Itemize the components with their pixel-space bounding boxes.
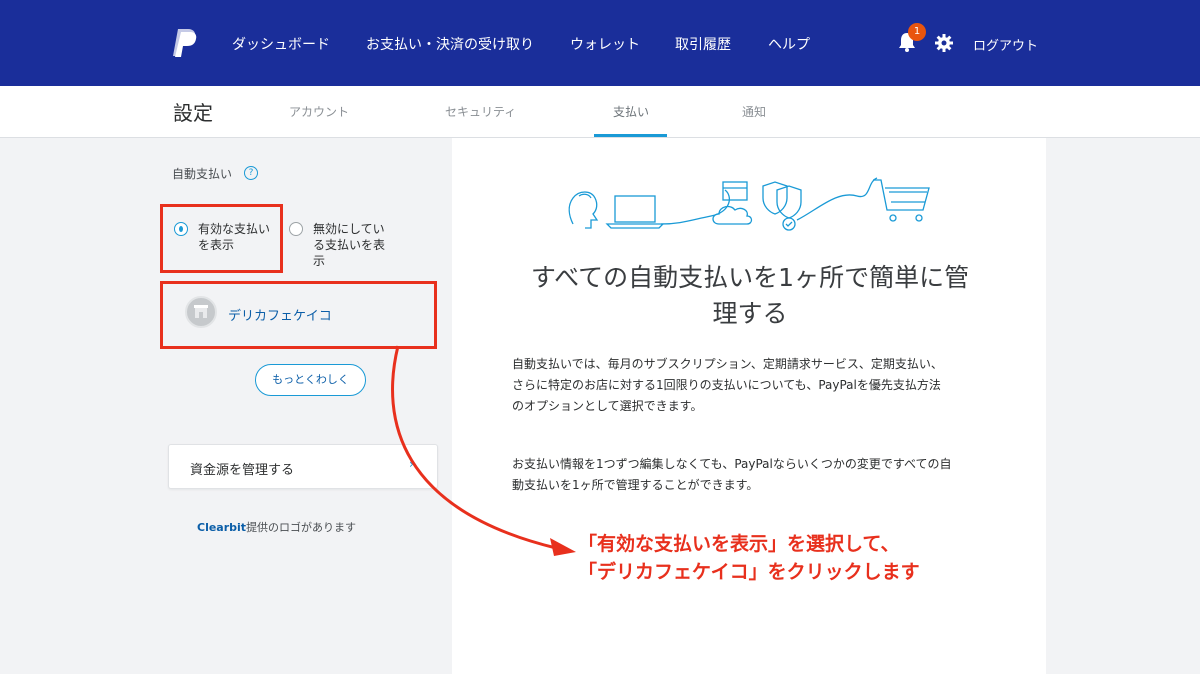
nav-activity[interactable]: 取引履歴 — [675, 34, 731, 54]
automatic-payments-heading: 自動支払い — [172, 167, 233, 181]
nav-wallet[interactable]: ウォレット — [570, 34, 640, 54]
clearbit-attribution: Clearbit提供のロゴがあります — [197, 521, 357, 534]
clearbit-brand[interactable]: Clearbit — [197, 521, 246, 534]
help-icon[interactable]: ? — [244, 166, 258, 180]
tab-payments[interactable]: 支払い — [613, 103, 649, 120]
manage-funding-label: 資金源を管理する — [190, 463, 295, 478]
paypal-logo-icon[interactable] — [172, 27, 198, 59]
tab-security[interactable]: セキュリティ — [445, 103, 516, 120]
description-paragraph-2: お支払い情報を1つずつ編集しなくても、PayPalならいくつかの変更ですべての自… — [512, 457, 952, 492]
notification-badge: 1 — [908, 23, 926, 41]
annotation-arrow-icon — [391, 345, 576, 556]
nav-payments[interactable]: お支払い・決済の受け取り — [366, 34, 534, 54]
tab-account[interactable]: アカウント — [289, 103, 349, 120]
active-tab-indicator — [594, 134, 667, 137]
nav-dashboard[interactable]: ダッシュボード — [232, 34, 330, 54]
description-paragraph-1: 自動支払いでは、毎月のサブスクリプション、定期請求サービス、定期支払い、 さらに… — [512, 357, 943, 413]
active-payments-highlight — [160, 204, 283, 273]
inactive-payments-radio[interactable] — [289, 222, 303, 236]
automatic-payments-illustration — [568, 177, 930, 231]
gear-icon[interactable] — [935, 34, 953, 52]
page-title: 設定 — [173, 101, 213, 125]
tab-notifications[interactable]: 通知 — [742, 103, 766, 120]
merchant-highlight — [160, 281, 437, 349]
logout-link[interactable]: ログアウト — [973, 35, 1038, 54]
nav-help[interactable]: ヘルプ — [768, 34, 810, 54]
main-heading: すべての自動支払いを1ヶ所で簡単に管 理する — [530, 263, 970, 328]
inactive-payments-label[interactable]: 無効にしてい る支払いを表 示 — [313, 221, 385, 269]
learn-more-button[interactable]: もっとくわしく — [255, 364, 366, 396]
annotation-instruction: 「有効な支払いを表示」を選択して、 「デリカフェケイコ」をクリックします — [578, 533, 920, 583]
top-navigation-bar: ダッシュボード お支払い・決済の受け取り ウォレット 取引履歴 ヘルプ 1 ログ… — [0, 0, 1200, 86]
